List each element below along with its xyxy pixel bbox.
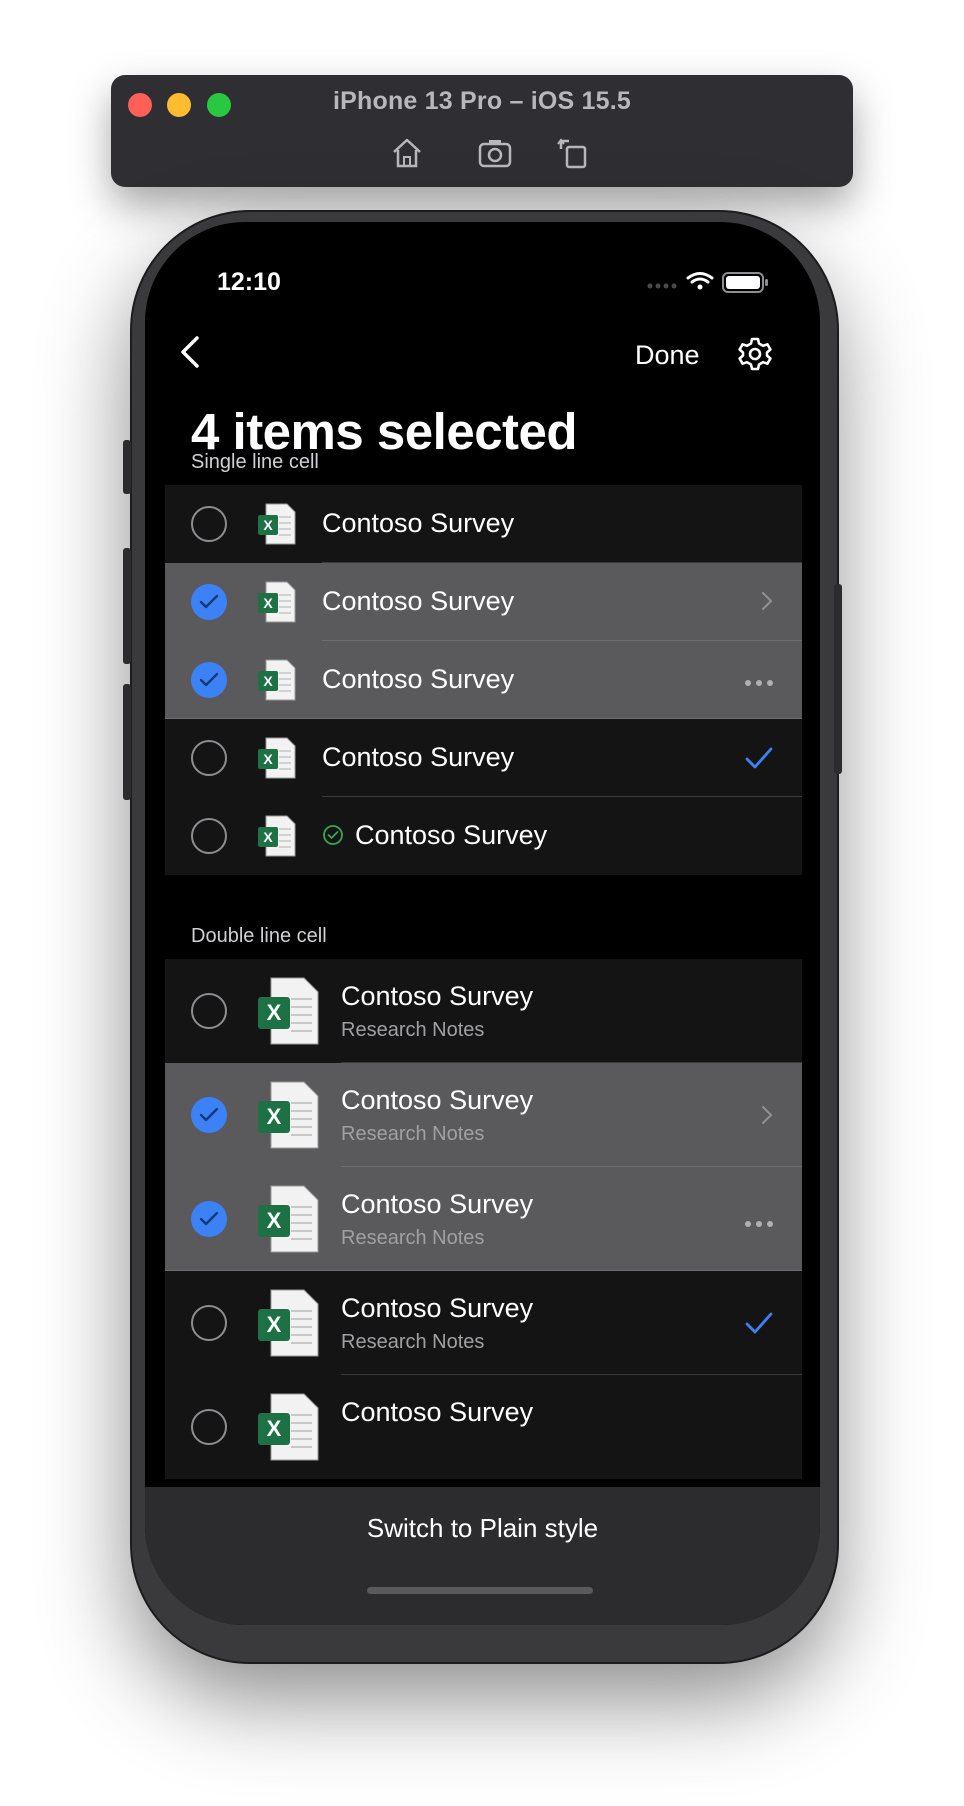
row-title: Contoso Survey [322, 742, 515, 772]
check-circle-icon [322, 824, 344, 851]
bottom-toolbar: Switch to Plain style [145, 1487, 820, 1625]
selection-circle[interactable] [191, 740, 227, 776]
selection-circle-checked[interactable] [191, 584, 227, 620]
more-icon[interactable] [744, 1215, 774, 1233]
svg-text:X: X [263, 517, 273, 533]
cellular-signal-icon [647, 283, 677, 289]
table-row[interactable]: X Contoso Survey [165, 719, 802, 797]
excel-file-icon: X [257, 581, 297, 623]
table-row[interactable]: X Contoso Survey [165, 563, 802, 641]
svg-text:X: X [267, 1416, 282, 1441]
row-subtitle: Research Notes [341, 1227, 485, 1249]
svg-text:X: X [263, 829, 273, 845]
excel-file-icon: X [257, 737, 297, 779]
selection-circle-checked[interactable] [191, 662, 227, 698]
row-title: Contoso Survey [341, 1293, 534, 1323]
chevron-right-icon [760, 1104, 774, 1131]
home-indicator [367, 1587, 593, 1594]
rotate-icon[interactable] [555, 135, 591, 171]
done-button[interactable]: Done [635, 340, 700, 371]
excel-file-icon: X [257, 977, 319, 1045]
table-row[interactable]: X Contoso Survey Research Notes [165, 1063, 802, 1167]
status-time: 12:10 [217, 268, 281, 296]
row-title: Contoso Survey [322, 586, 515, 616]
simulator-toolbar: iPhone 13 Pro – iOS 15.5 [111, 75, 853, 187]
section-header-double: Double line cell [191, 925, 327, 947]
table-row[interactable]: X Contoso Survey Research Notes [165, 959, 802, 1063]
wifi-icon [686, 272, 714, 290]
table-row[interactable]: X Contoso Survey [165, 641, 802, 719]
svg-text:X: X [263, 673, 273, 689]
home-icon[interactable] [389, 135, 425, 171]
volume-up-button [123, 548, 131, 664]
row-title: Contoso Survey [341, 1085, 534, 1115]
more-icon[interactable] [744, 674, 774, 692]
selection-circle[interactable] [191, 1409, 227, 1445]
switch-style-button[interactable]: Switch to Plain style [145, 1513, 820, 1544]
simulator-title: iPhone 13 Pro – iOS 15.5 [333, 87, 631, 115]
table-row[interactable]: X Contoso Survey [165, 797, 802, 875]
excel-file-icon: X [257, 1081, 319, 1149]
back-button[interactable] [175, 332, 205, 372]
excel-file-icon: X [257, 503, 297, 545]
gear-icon[interactable] [737, 336, 773, 372]
single-line-table: X Contoso Survey X Contoso Survey X Cont… [165, 485, 802, 875]
svg-text:X: X [267, 1312, 282, 1337]
table-row[interactable]: X Contoso Survey [165, 1375, 802, 1479]
checkmark-icon [744, 746, 774, 775]
excel-file-icon: X [257, 659, 297, 701]
screenshot-icon[interactable] [477, 135, 513, 171]
selection-circle-checked[interactable] [191, 1097, 227, 1133]
row-title: Contoso Survey [322, 508, 515, 538]
row-subtitle: Research Notes [341, 1331, 485, 1353]
selection-circle[interactable] [191, 818, 227, 854]
excel-file-icon: X [257, 815, 297, 857]
svg-text:X: X [263, 751, 273, 767]
volume-down-button [123, 684, 131, 800]
row-title: Contoso Survey [341, 1189, 534, 1219]
mute-switch [123, 440, 131, 494]
row-title: Contoso Survey [341, 1397, 534, 1427]
chevron-right-icon [760, 590, 774, 617]
row-title: Contoso Survey [322, 664, 515, 694]
battery-icon [722, 272, 768, 293]
excel-file-icon: X [257, 1185, 319, 1253]
row-subtitle: Research Notes [341, 1123, 485, 1145]
table-row[interactable]: X Contoso Survey [165, 485, 802, 563]
selection-circle[interactable] [191, 1305, 227, 1341]
row-subtitle: Research Notes [341, 1019, 485, 1041]
phone-screen: 12:10 Done 4 items selected Single line … [145, 222, 820, 1625]
double-line-table: X Contoso Survey Research Notes X Contos… [165, 959, 802, 1479]
selection-circle-checked[interactable] [191, 1201, 227, 1237]
row-title: Contoso Survey [355, 820, 548, 850]
table-row[interactable]: X Contoso Survey Research Notes [165, 1271, 802, 1375]
svg-text:X: X [267, 1104, 282, 1129]
section-header-single: Single line cell [191, 451, 319, 473]
table-row[interactable]: X Contoso Survey Research Notes [165, 1167, 802, 1271]
row-title: Contoso Survey [341, 981, 534, 1011]
excel-file-icon: X [257, 1289, 319, 1357]
excel-file-icon: X [257, 1393, 319, 1461]
status-indicators [647, 270, 772, 294]
checkmark-icon [744, 1311, 774, 1340]
selection-circle[interactable] [191, 993, 227, 1029]
power-button [834, 584, 842, 774]
svg-text:X: X [267, 1000, 282, 1025]
selection-circle[interactable] [191, 506, 227, 542]
svg-text:X: X [263, 595, 273, 611]
svg-text:X: X [267, 1208, 282, 1233]
